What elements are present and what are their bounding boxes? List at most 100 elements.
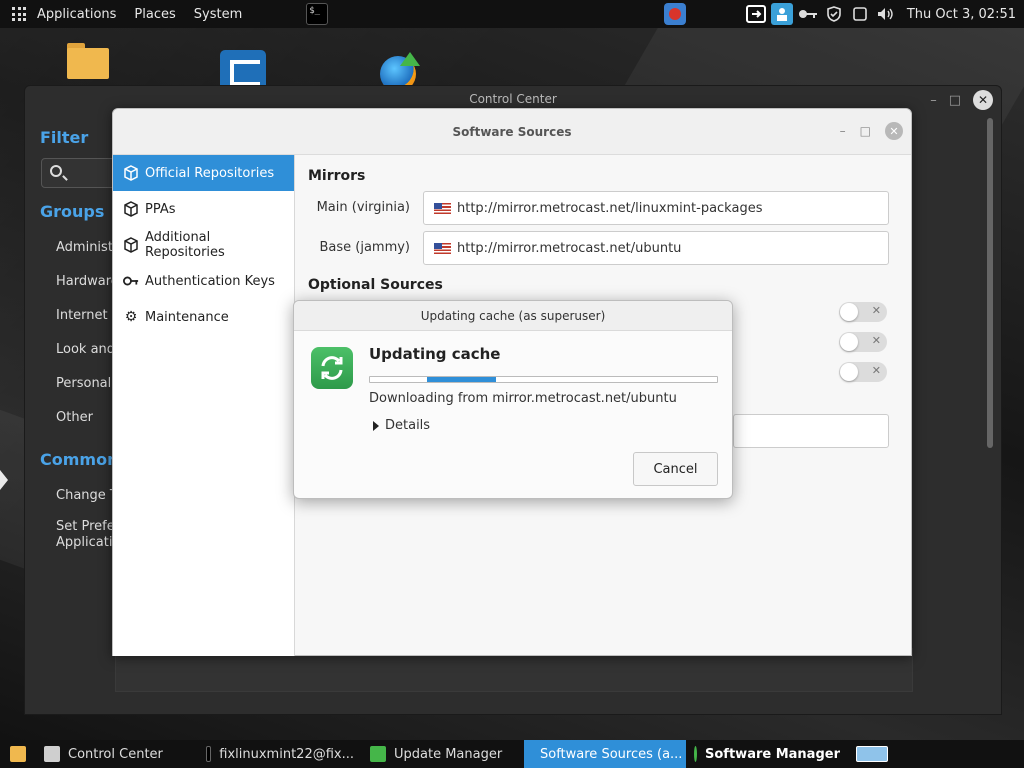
gear-icon: ⚙	[124, 309, 138, 325]
common-item-set-preferred[interactable]: Set Prefer	[56, 519, 120, 534]
optional-source-toggle-2[interactable]: ✕	[839, 332, 887, 352]
shield-icon[interactable]	[823, 3, 845, 25]
nav-ppas[interactable]: PPAs	[113, 191, 294, 227]
us-flag-icon	[434, 242, 451, 254]
mirror-main-button[interactable]: http://mirror.metrocast.net/linuxmint-pa…	[423, 191, 889, 225]
taskbar-software-sources[interactable]: Software Sources (a...	[524, 740, 686, 768]
taskbar-label: Control Center	[68, 746, 163, 762]
optional-sources-heading: Optional Sources	[308, 277, 443, 293]
package-icon	[123, 165, 139, 181]
minimize-icon[interactable]: –	[930, 93, 937, 108]
workspace-switcher[interactable]	[848, 740, 896, 768]
key-icon	[123, 273, 139, 289]
groups-heading: Groups	[40, 202, 105, 221]
filter-search-input[interactable]	[41, 158, 121, 188]
folder-icon	[10, 746, 26, 762]
progress-pulse	[427, 377, 496, 382]
minimize-icon[interactable]: –	[840, 124, 846, 138]
maximize-icon[interactable]: □	[949, 93, 961, 108]
mirror-label-base: Base (jammy)	[319, 240, 410, 255]
files-launcher[interactable]	[0, 740, 36, 768]
control-center-title: Control Center	[469, 92, 557, 106]
nav-label: PPAs	[145, 201, 176, 217]
source-code-mirror-field[interactable]	[733, 414, 889, 448]
package-icon	[123, 201, 139, 217]
window-list-icon[interactable]	[849, 3, 871, 25]
us-flag-icon	[434, 202, 451, 214]
updating-cache-dialog[interactable]: Updating cache (as superuser) Updating c…	[293, 300, 733, 499]
key-icon[interactable]	[797, 3, 819, 25]
group-item-hardware[interactable]: Hardware	[56, 274, 119, 289]
dialog-title: Updating cache (as superuser)	[294, 301, 732, 331]
taskbar-label: Update Manager	[394, 746, 503, 762]
refresh-icon	[311, 347, 353, 389]
maximize-icon[interactable]: □	[860, 124, 871, 138]
group-item-other[interactable]: Other	[56, 410, 93, 425]
group-item-internet[interactable]: Internet a	[56, 308, 120, 323]
close-icon[interactable]: ✕	[885, 122, 903, 140]
nav-label: Additional Repositories	[145, 230, 225, 260]
taskbar: Control Center fixlinuxmint22@fix... Upd…	[0, 740, 1024, 768]
optional-source-toggle-1[interactable]: ✕	[839, 302, 887, 322]
menu-applications[interactable]: Applications	[28, 0, 125, 28]
taskbar-update-manager[interactable]: Update Manager	[362, 740, 524, 768]
terminal-icon	[206, 746, 212, 762]
mirror-base-button[interactable]: http://mirror.metrocast.net/ubuntu	[423, 231, 889, 265]
mirror-main-url: http://mirror.metrocast.net/linuxmint-pa…	[457, 200, 763, 216]
software-sources-title: Software Sources	[452, 124, 572, 139]
taskbar-software-manager[interactable]: Software Manager	[686, 740, 848, 768]
clock[interactable]: Thu Oct 3, 02:51	[899, 7, 1024, 22]
dialog-heading: Updating cache	[369, 345, 501, 363]
menu-system[interactable]: System	[185, 0, 251, 28]
nav-maintenance[interactable]: ⚙ Maintenance	[113, 299, 294, 335]
software-sources-sidebar: Official Repositories PPAs Additional Re…	[113, 155, 295, 656]
cancel-button[interactable]: Cancel	[633, 452, 718, 486]
terminal-launcher-icon[interactable]: $_	[306, 3, 329, 25]
software-sources-titlebar[interactable]: Software Sources – □ ✕	[113, 109, 911, 155]
control-center-window-controls: – □ ✕	[930, 90, 993, 110]
folder-icon[interactable]	[67, 43, 109, 79]
nav-official-repositories[interactable]: Official Repositories	[113, 155, 294, 191]
teamviewer-icon[interactable]	[220, 50, 266, 86]
taskbar-control-center[interactable]: Control Center	[36, 740, 198, 768]
nav-label: Official Repositories	[145, 165, 275, 181]
common-item-change-theme[interactable]: Change T	[56, 488, 118, 503]
nav-additional-repositories[interactable]: Additional Repositories	[113, 227, 294, 263]
menu-places[interactable]: Places	[125, 0, 184, 28]
filter-heading: Filter	[40, 128, 89, 147]
volume-icon[interactable]	[875, 3, 897, 25]
taskbar-label: fixlinuxmint22@fix...	[219, 746, 354, 762]
group-item-administration[interactable]: Administr	[56, 240, 118, 255]
mirrors-heading: Mirrors	[308, 168, 366, 184]
details-expander[interactable]: Details	[373, 418, 430, 433]
system-tray: Thu Oct 3, 02:51	[743, 0, 1024, 28]
close-icon[interactable]: ✕	[973, 90, 993, 110]
optional-source-toggle-3[interactable]: ✕	[839, 362, 887, 382]
angry-bird-icon[interactable]	[664, 3, 686, 25]
nav-label: Maintenance	[145, 309, 229, 325]
nav-authentication-keys[interactable]: Authentication Keys	[113, 263, 294, 299]
user-session-icon[interactable]	[770, 3, 793, 25]
control-center-scrollbar[interactable]	[987, 118, 993, 448]
top-panel: Applications Places System $_ Thu Oct 3,…	[0, 0, 1024, 28]
taskbar-label: Software Manager	[705, 746, 840, 762]
group-item-look-and-feel[interactable]: Look and	[56, 342, 115, 357]
network-icon[interactable]	[745, 3, 767, 25]
download-manager-icon[interactable]	[376, 52, 424, 92]
shield-icon	[370, 746, 386, 762]
software-manager-icon	[694, 746, 698, 762]
common-heading: Common	[40, 450, 119, 469]
workspace-icon	[856, 746, 888, 762]
nav-label: Authentication Keys	[145, 273, 275, 289]
taskbar-terminal[interactable]: fixlinuxmint22@fix...	[198, 740, 362, 768]
group-item-personal[interactable]: Personal	[56, 376, 111, 391]
mirror-label-main: Main (virginia)	[316, 200, 410, 215]
mouse-cursor	[0, 470, 8, 490]
control-center-icon	[44, 746, 60, 762]
common-item-applications[interactable]: Applicatio	[56, 535, 120, 550]
mirror-base-url: http://mirror.metrocast.net/ubuntu	[457, 240, 682, 256]
search-icon	[50, 165, 62, 177]
software-sources-window-controls: – □ ✕	[840, 122, 903, 140]
progress-bar	[369, 376, 718, 383]
apps-grid-icon[interactable]	[12, 7, 26, 21]
